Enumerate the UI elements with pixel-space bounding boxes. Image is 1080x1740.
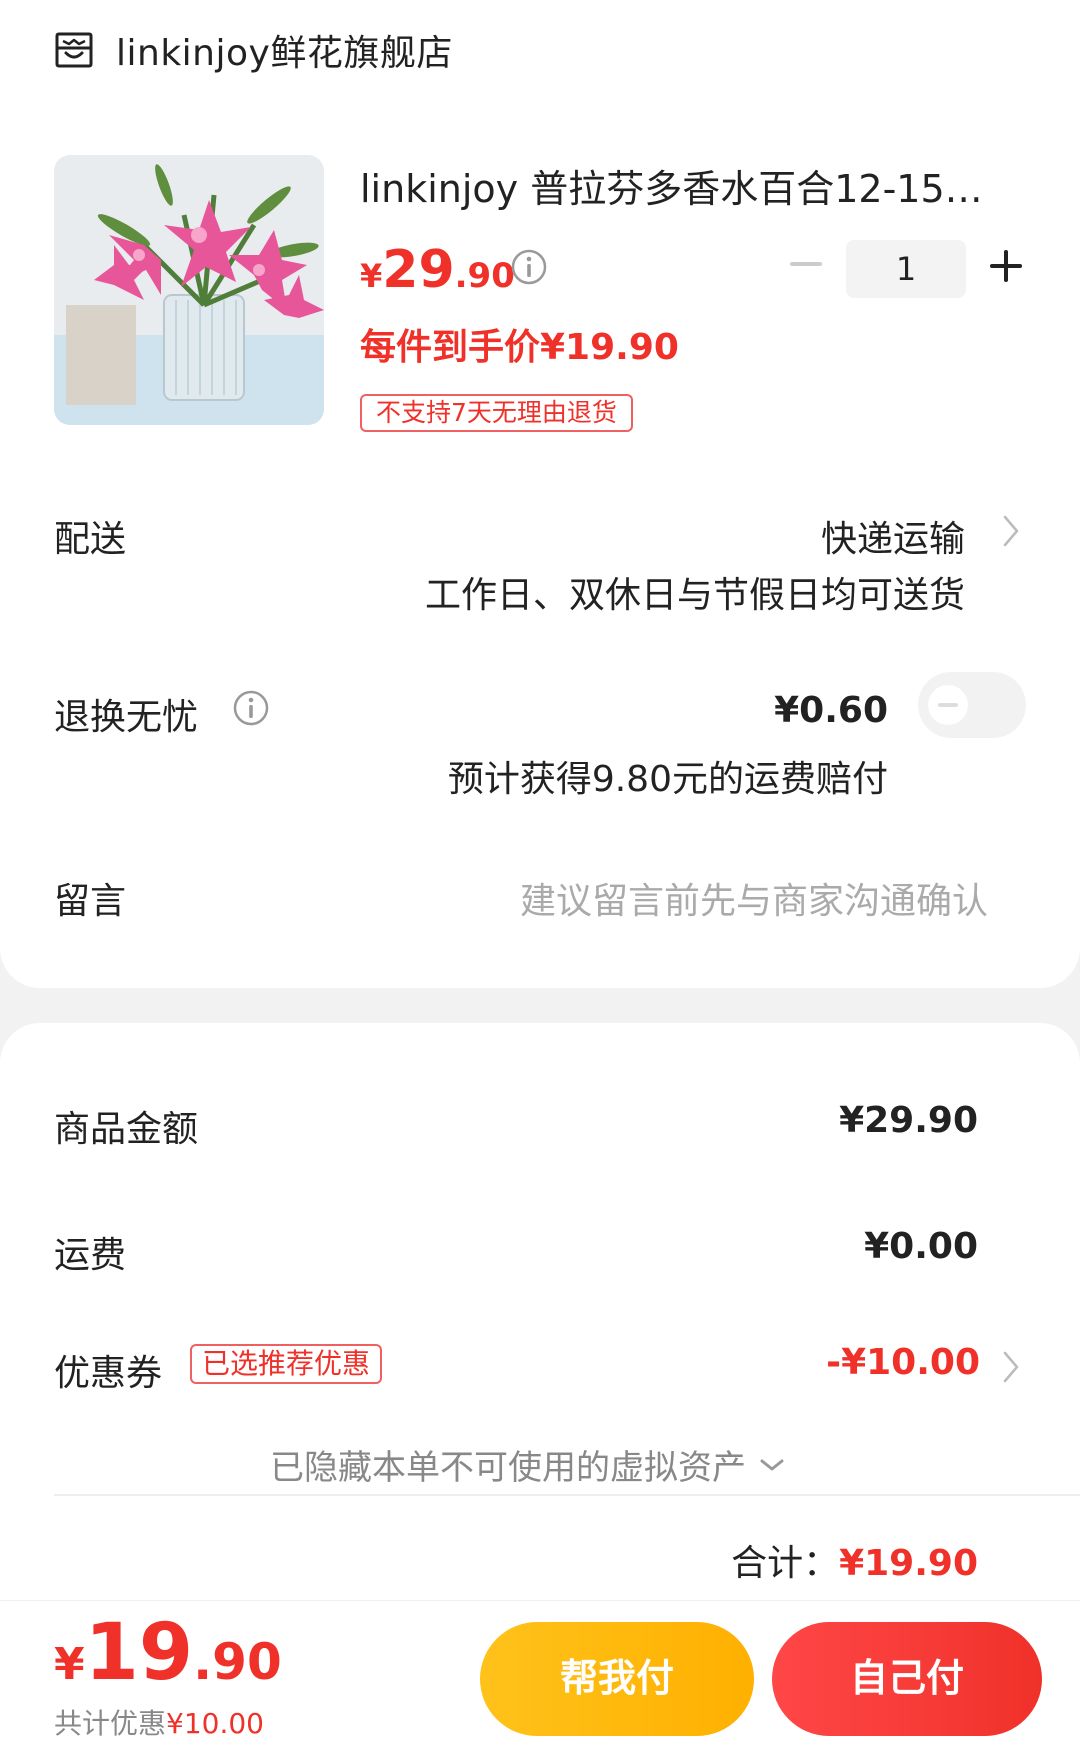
hidden-assets-toggle[interactable]: 已隐藏本单不可使用的虚拟资产 [270,1440,786,1489]
store-name: linkinjoy鲜花旗舰店 [116,33,453,74]
chevron-right-icon[interactable] [1002,1350,1020,1384]
delivery-note: 工作日、双休日与节假日均可送货 [424,575,965,616]
chevron-right-icon[interactable] [1002,514,1020,548]
message-input[interactable]: 建议留言前先与商家沟通确认 [520,872,988,924]
goods-amount-label: 商品金额 [54,1109,199,1150]
pay-myself-button[interactable]: 自己付 [772,1622,1042,1736]
product-price: ¥ 29 .90 [360,240,515,300]
summary-divider [54,1494,1080,1496]
delivery-label: 配送 [54,519,127,560]
price-integer: 29 [382,240,455,300]
quantity-increase-button[interactable] [990,250,1022,282]
return-insurance-note: 预计获得9.80元的运费赔付 [447,759,888,800]
payable-currency: ¥ [54,1639,85,1690]
return-insurance-label: 退换无忧 [54,697,199,738]
shipping-value: ¥0.00 [864,1226,978,1267]
chevron-down-icon [760,1459,784,1470]
return-insurance-price: ¥0.60 [774,690,888,731]
coupon-badge: 已选推荐优惠 [190,1344,383,1384]
price-decimal: .90 [454,256,515,296]
payable-decimal: .90 [193,1633,282,1691]
price-info-icon[interactable] [510,248,548,286]
total-discount: 共计优惠¥10.00 [54,1702,264,1740]
help-me-pay-button[interactable]: 帮我付 [480,1622,754,1736]
delivery-method[interactable]: 快递运输 [821,510,965,562]
discount-value: ¥10.00 [166,1707,264,1740]
payable-amount: ¥ 19 .90 [54,1608,282,1698]
message-label: 留言 [54,881,127,922]
coupon-label: 优惠券 [54,1353,163,1394]
store-icon [55,32,93,68]
shipping-label: 运费 [54,1235,127,1276]
total-value: ¥19.90 [839,1543,978,1584]
order-item-card [0,0,1080,988]
hand-price: 每件到手价¥19.90 [360,327,679,368]
store-header[interactable]: linkinjoy鲜花旗舰店 [54,22,453,78]
order-total: 合计： ¥19.90 [731,1534,978,1586]
product-image[interactable] [54,155,324,425]
goods-amount-value: ¥29.90 [839,1100,978,1141]
quantity-input[interactable]: 1 [846,240,966,298]
return-insurance-toggle[interactable] [918,672,1026,738]
payable-integer: 19 [84,1608,194,1698]
hidden-assets-text: 已隐藏本单不可使用的虚拟资产 [270,1448,746,1488]
return-insurance-info-icon[interactable] [232,689,270,727]
total-label: 合计： [731,1543,840,1584]
price-currency: ¥ [360,257,383,295]
toggle-knob [928,685,968,725]
quantity-decrease-button[interactable] [790,248,822,280]
product-title[interactable]: linkinjoy 普拉芬多香水百合12-15花… [360,158,1020,213]
discount-label: 共计优惠 [54,1707,167,1740]
return-policy-tag: 不支持7天无理由退货 [360,394,633,432]
coupon-value[interactable]: -¥10.00 [826,1342,980,1383]
